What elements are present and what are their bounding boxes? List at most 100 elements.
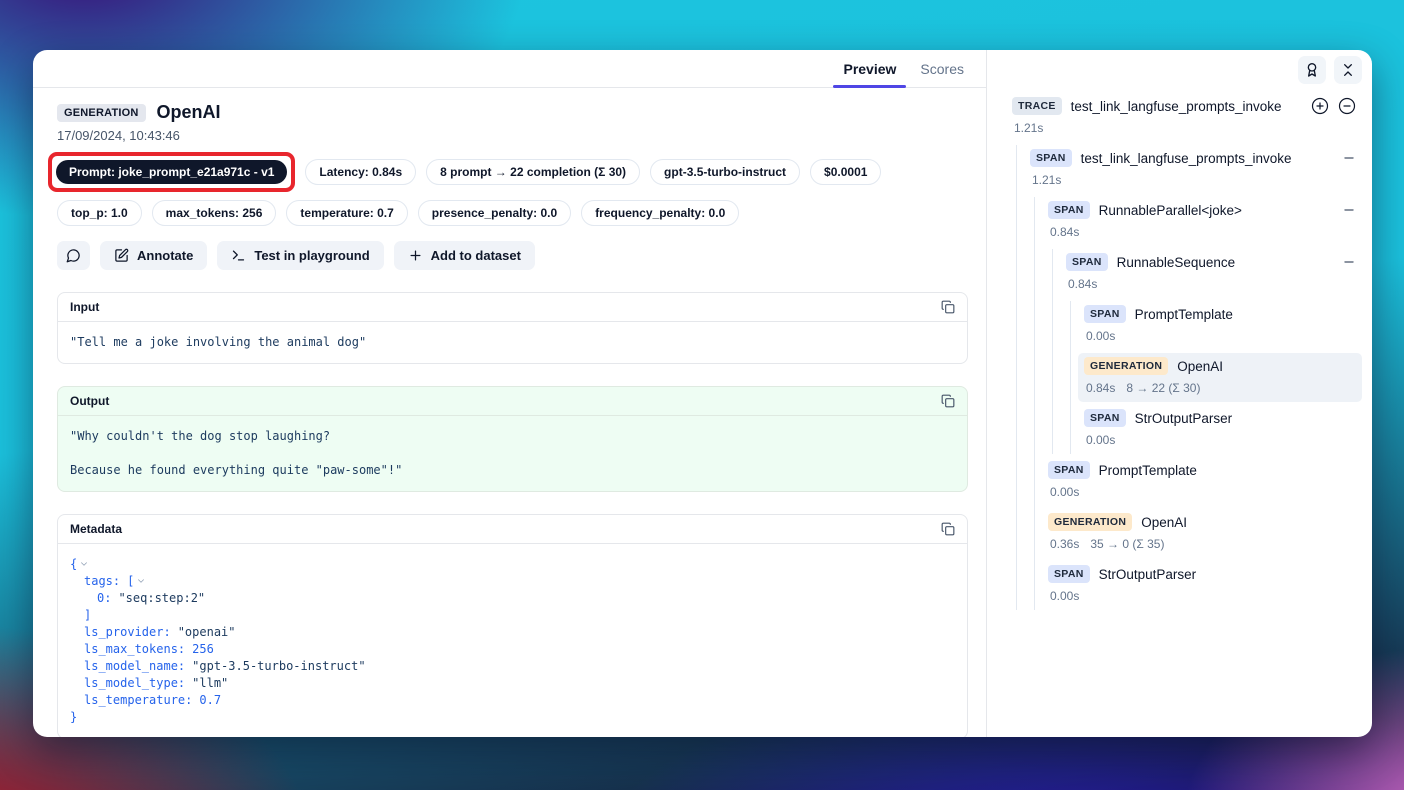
add-to-dataset-button[interactable]: Add to dataset xyxy=(394,241,535,270)
span-children: SPAN RunnableParallel<joke> 0.84s xyxy=(1034,197,1362,610)
observation-timestamp: 17/09/2024, 10:43:46 xyxy=(57,128,968,143)
observation-panel: Preview Scores GENERATION OpenAI 17/09/2… xyxy=(33,50,987,737)
collapse-node-icon[interactable] xyxy=(1342,151,1356,165)
copy-metadata-button[interactable] xyxy=(941,522,955,536)
collapse-all-icon[interactable] xyxy=(1338,97,1356,115)
span-badge: SPAN xyxy=(1048,461,1090,479)
trace-title: test_link_langfuse_prompts_invoke xyxy=(1071,99,1282,114)
span-row-runnable-sequence[interactable]: SPAN RunnableSequence 0.84s xyxy=(1060,249,1362,298)
span-duration: 0.00s xyxy=(1050,589,1079,603)
collapse-node-icon[interactable] xyxy=(1342,203,1356,217)
span-title: StrOutputParser xyxy=(1135,411,1233,426)
tab-scores-label: Scores xyxy=(920,61,964,77)
tab-scores[interactable]: Scores xyxy=(908,50,976,87)
generation-duration: 0.84s xyxy=(1086,381,1115,395)
json-line: ls_model_name:"gpt-3.5-turbo-instruct" xyxy=(70,658,955,675)
input-label: Input xyxy=(70,300,99,314)
tree-controls xyxy=(1311,97,1356,115)
input-body: "Tell me a joke involving the animal dog… xyxy=(58,322,967,363)
edit-icon xyxy=(114,248,129,263)
span-duration: 0.84s xyxy=(1068,277,1097,291)
span-duration: 0.00s xyxy=(1086,329,1115,343)
span-title: test_link_langfuse_prompts_invoke xyxy=(1081,151,1292,166)
span-row-prompt-template-1[interactable]: SPAN PromptTemplate 0.00s xyxy=(1078,301,1362,350)
collapse-panel-button[interactable] xyxy=(1334,56,1362,84)
span-title: PromptTemplate xyxy=(1099,463,1197,478)
test-in-playground-button[interactable]: Test in playground xyxy=(217,241,383,270)
trace-children: SPAN test_link_langfuse_prompts_invoke 1… xyxy=(1016,145,1362,610)
span-title: RunnableParallel<joke> xyxy=(1099,203,1242,218)
span-node: SPAN StrOutputParser 0.00s xyxy=(1084,405,1362,454)
generation-tokens: 8 → 22 (Σ 30) xyxy=(1126,381,1200,395)
span-row-root[interactable]: SPAN test_link_langfuse_prompts_invoke 1… xyxy=(1024,145,1362,194)
input-panel: Input "Tell me a joke involving the anim… xyxy=(57,292,968,364)
copy-input-button[interactable] xyxy=(941,300,955,314)
span-node: SPAN RunnableParallel<joke> 0.84s xyxy=(1048,197,1362,454)
json-line: ls_max_tokens:256 xyxy=(70,641,955,658)
span-title: StrOutputParser xyxy=(1099,567,1197,582)
comment-icon xyxy=(66,248,81,263)
annotate-scores-button[interactable] xyxy=(1298,56,1326,84)
tab-preview-label: Preview xyxy=(843,61,896,77)
trace-node: TRACE test_link_langfuse_prompts_invoke … xyxy=(1012,93,1362,610)
metadata-json: { tags:[ 0:"seq:step:2" ] ls_provider:"o… xyxy=(58,544,967,737)
copy-icon xyxy=(941,394,955,408)
expand-all-icon[interactable] xyxy=(1311,97,1329,115)
copy-icon xyxy=(941,300,955,314)
span-row-prompt-template-2[interactable]: SPAN PromptTemplate 0.00s xyxy=(1042,457,1362,506)
trace-row[interactable]: TRACE test_link_langfuse_prompts_invoke … xyxy=(1006,93,1362,142)
latency-pill: Latency: 0.84s xyxy=(305,159,416,185)
generation-badge: GENERATION xyxy=(1048,513,1132,531)
span-children: SPAN PromptTemplate 0.00s xyxy=(1070,301,1362,454)
input-text: "Tell me a joke involving the animal dog… xyxy=(70,334,955,351)
copy-output-button[interactable] xyxy=(941,394,955,408)
span-node: SPAN PromptTemplate 0.00s xyxy=(1084,301,1362,350)
annotate-button-label: Annotate xyxy=(137,248,193,263)
observation-detail-card: Preview Scores GENERATION OpenAI 17/09/2… xyxy=(33,50,1372,737)
cost-pill: $0.0001 xyxy=(810,159,881,185)
max-tokens-pill: max_tokens: 256 xyxy=(152,200,277,226)
copy-icon xyxy=(941,522,955,536)
generation-badge: GENERATION xyxy=(1084,357,1168,375)
span-node: SPAN PromptTemplate 0.00s xyxy=(1048,457,1362,506)
trace-duration: 1.21s xyxy=(1014,121,1043,135)
tab-preview[interactable]: Preview xyxy=(831,50,908,87)
generation-node: GENERATION OpenAI 0.36s 35 → 0 (Σ 35) xyxy=(1048,509,1362,558)
annotate-button[interactable]: Annotate xyxy=(100,241,207,270)
generation-duration: 0.36s xyxy=(1050,537,1079,551)
span-duration: 1.21s xyxy=(1032,173,1061,187)
span-children: SPAN RunnableSequence 0.84s xyxy=(1052,249,1362,454)
presence-penalty-pill: presence_penalty: 0.0 xyxy=(418,200,571,226)
span-node: SPAN StrOutputParser 0.00s xyxy=(1048,561,1362,610)
generation-node: GENERATION OpenAI 0.84s 8 → 22 (Σ 30) xyxy=(1084,353,1362,402)
chevron-down-icon[interactable] xyxy=(136,576,146,586)
token-usage-pill: 8 prompt → 22 completion (Σ 30) xyxy=(426,159,640,185)
observation-pills: Prompt: joke_prompt_e21a971c - v1 Latenc… xyxy=(57,152,968,226)
page-title: OpenAI xyxy=(157,102,221,123)
span-badge: SPAN xyxy=(1030,149,1072,167)
terminal-icon xyxy=(231,248,246,263)
sidebar-toolbar xyxy=(1012,56,1362,84)
span-row-str-output-parser-2[interactable]: SPAN StrOutputParser 0.00s xyxy=(1042,561,1362,610)
span-duration: 0.84s xyxy=(1050,225,1079,239)
span-badge: SPAN xyxy=(1084,305,1126,323)
generation-tokens: 35 → 0 (Σ 35) xyxy=(1090,537,1164,551)
generation-row-selected[interactable]: GENERATION OpenAI 0.84s 8 → 22 (Σ 30) xyxy=(1078,353,1362,402)
output-panel: Output "Why couldn't the dog stop laughi… xyxy=(57,386,968,492)
observation-type-badge: GENERATION xyxy=(57,104,146,122)
span-row-runnable-parallel[interactable]: SPAN RunnableParallel<joke> 0.84s xyxy=(1042,197,1362,246)
model-pill[interactable]: gpt-3.5-turbo-instruct xyxy=(650,159,800,185)
chevron-down-icon[interactable] xyxy=(79,559,89,569)
span-row-str-output-parser-1[interactable]: SPAN StrOutputParser 0.00s xyxy=(1078,405,1362,454)
generation-row-2[interactable]: GENERATION OpenAI 0.36s 35 → 0 (Σ 35) xyxy=(1042,509,1362,558)
prompt-link-pill[interactable]: Prompt: joke_prompt_e21a971c - v1 xyxy=(56,160,287,184)
json-line: tags:[ xyxy=(70,573,955,590)
json-line: } xyxy=(70,709,955,726)
collapse-node-icon[interactable] xyxy=(1342,255,1356,269)
json-line: ls_provider:"openai" xyxy=(70,624,955,641)
json-line: ls_model_type:"llm" xyxy=(70,675,955,692)
comments-button[interactable] xyxy=(57,241,90,270)
json-line: { xyxy=(70,556,955,573)
observation-content: GENERATION OpenAI 17/09/2024, 10:43:46 P… xyxy=(33,88,986,737)
output-panel-header: Output xyxy=(58,387,967,416)
